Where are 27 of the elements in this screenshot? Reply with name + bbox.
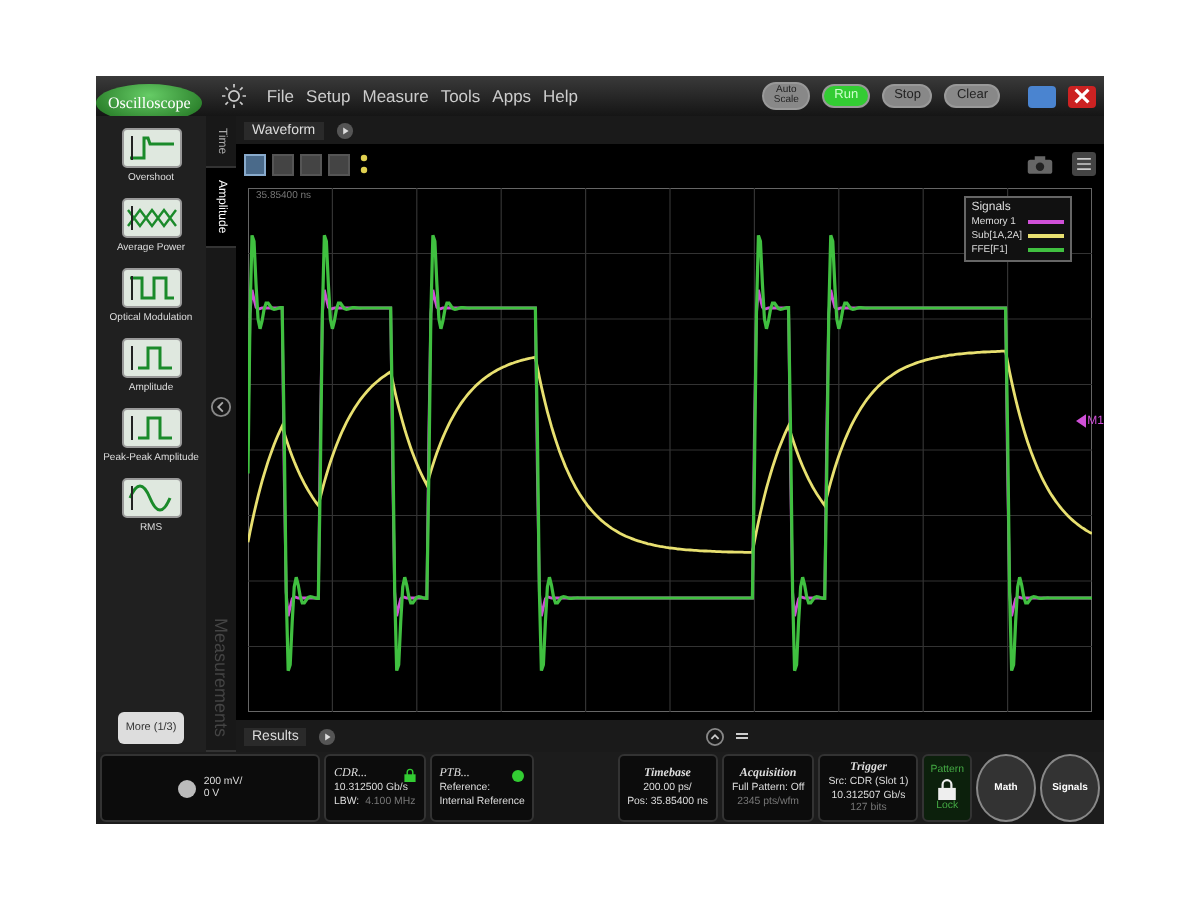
measurement-icon[interactable]: [121, 408, 181, 448]
measurement-icon[interactable]: [121, 478, 181, 518]
close-button[interactable]: [1068, 85, 1096, 107]
play-icon[interactable]: [318, 727, 337, 745]
menu-item[interactable]: Measure: [362, 86, 429, 106]
minimize-button[interactable]: [1028, 85, 1056, 107]
menu-item[interactable]: File: [266, 86, 295, 106]
menu-item[interactable]: Apps: [492, 86, 532, 106]
marker-arrow-icon[interactable]: [1075, 414, 1086, 428]
sun-icon[interactable]: [222, 84, 247, 108]
equals-icon[interactable]: [735, 732, 748, 740]
lock-icon: [938, 777, 957, 799]
marker-dots-icon[interactable]: [360, 154, 368, 174]
channel-icon: [177, 779, 196, 797]
menu-item[interactable]: Help: [543, 86, 579, 106]
layout-button[interactable]: [244, 153, 266, 175]
collapse-icon[interactable]: [210, 396, 232, 418]
camera-icon[interactable]: [1026, 153, 1054, 175]
expand-up-icon[interactable]: [705, 727, 724, 745]
menu-item[interactable]: Tools: [440, 86, 481, 106]
measurement-icon[interactable]: [121, 198, 181, 238]
play-icon[interactable]: [335, 121, 354, 139]
measurement-icon[interactable]: [121, 128, 181, 168]
menu-item[interactable]: Setup: [306, 86, 351, 106]
menu-icon[interactable]: [1072, 152, 1096, 176]
measurement-icon[interactable]: [121, 268, 181, 308]
measurement-icon[interactable]: [121, 338, 181, 378]
